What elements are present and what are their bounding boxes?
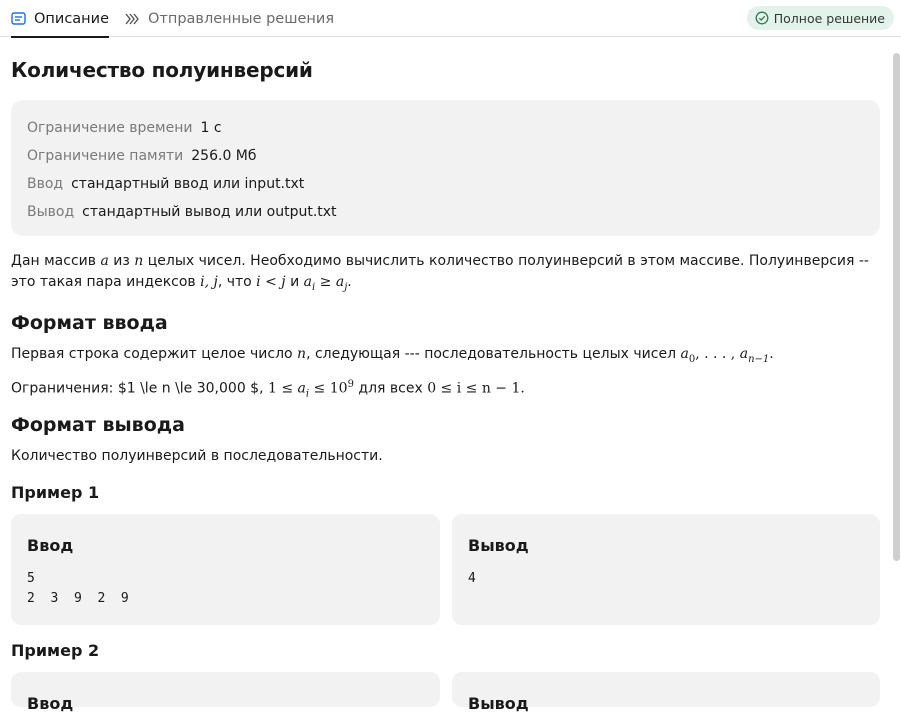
limit-value: 256.0 Мб [191, 148, 257, 164]
status-badge-label: Полное решение [773, 10, 885, 26]
scrollbar[interactable] [893, 53, 900, 561]
example-input-label: Ввод [27, 536, 74, 555]
math-ij: i, j [200, 274, 218, 290]
math-n: n [297, 346, 307, 362]
limit-row-input: Ввод стандартный ввод или input.txt [27, 170, 864, 198]
statement-text: Дан массив [11, 253, 101, 269]
math-ai: a [297, 380, 306, 397]
math-a0: a [680, 346, 689, 362]
input-format-line2: Ограничения: $1 \le n \le 30,000 $, 1 ≤ … [11, 374, 880, 404]
tab-description-label: Описание [34, 10, 109, 27]
double-chevron-icon [124, 12, 140, 26]
example-2-title: Пример 2 [11, 641, 100, 660]
statement-text: . [347, 274, 352, 290]
limit-label: Ввод [27, 176, 64, 192]
math-a: a [100, 253, 109, 269]
example-output-data[interactable]: 4 [468, 569, 476, 589]
limit-label: Вывод [27, 204, 75, 220]
limit-label: Ограничение памяти [27, 148, 184, 164]
math-aj: a [335, 274, 345, 290]
math-condition: i < j [256, 274, 286, 290]
check-circle-icon [755, 11, 769, 25]
format-text: , следующая --- последовательность целых… [306, 346, 681, 362]
status-badge: Полное решение [746, 6, 894, 30]
problem-title: Количество полуинверсий [11, 58, 313, 82]
tab-bar: Описание Отправленные решения Полное реш… [0, 0, 901, 38]
math-range: 0 ≤ i ≤ n − 1. [427, 380, 525, 397]
math-constraint: 1 ≤ [268, 380, 298, 397]
example-output-label: Вывод [468, 536, 529, 555]
math-dots: , . . . , [695, 346, 740, 362]
math-ai: a [303, 274, 312, 290]
limit-label: Ограничение времени [27, 120, 193, 136]
statement-text: , что [217, 274, 257, 290]
output-format-text: Количество полуинверсий в последовательн… [11, 448, 383, 464]
limits-panel: Ограничение времени 1 с Ограничение памя… [11, 100, 880, 236]
problem-statement: Дан массив a из n целых чисел. Необходим… [11, 251, 880, 298]
example-2-output: Вывод [452, 672, 880, 713]
math-ge: ≥ [315, 274, 336, 290]
tab-submissions[interactable]: Отправленные решения [124, 0, 334, 37]
example-1-input: Ввод 5 2 3 9 2 9 [11, 514, 440, 625]
limit-value: 1 с [200, 120, 222, 136]
example-input-label: Ввод [27, 694, 74, 713]
limit-row-memory: Ограничение памяти 256.0 Мб [27, 142, 864, 170]
statement-text: и [285, 274, 304, 290]
list-card-icon [11, 11, 26, 26]
example-1-output: Вывод 4 [452, 514, 880, 625]
tab-description[interactable]: Описание [11, 0, 109, 38]
example-output-label: Вывод [468, 694, 529, 713]
limit-value: стандартный ввод или input.txt [71, 176, 305, 192]
example-1-title: Пример 1 [11, 483, 100, 502]
input-format-line1: Первая строка содержит целое число n, сл… [11, 344, 880, 370]
format-text: . [769, 346, 774, 362]
math-n: n [134, 253, 144, 269]
output-format-heading: Формат вывода [11, 414, 185, 436]
tab-submissions-label: Отправленные решения [148, 10, 335, 27]
input-format-heading: Формат ввода [11, 312, 168, 334]
example-2-input: Ввод [11, 672, 440, 713]
format-text: для всех [353, 380, 428, 397]
math-an: a [739, 346, 749, 362]
format-text: Ограничения: $1 \le n \le 30,000 $, [11, 380, 268, 397]
math-sub: n−1 [748, 353, 770, 365]
math-constraint: ≤ 10 [309, 380, 348, 397]
limit-value: стандартный вывод или output.txt [82, 204, 337, 220]
limit-row-time: Ограничение времени 1 с [27, 114, 864, 142]
example-input-data[interactable]: 5 2 3 9 2 9 [27, 569, 129, 609]
format-text: Первая строка содержит целое число [11, 346, 298, 362]
statement-text: из [108, 253, 135, 269]
limit-row-output: Вывод стандартный вывод или output.txt [27, 198, 864, 226]
